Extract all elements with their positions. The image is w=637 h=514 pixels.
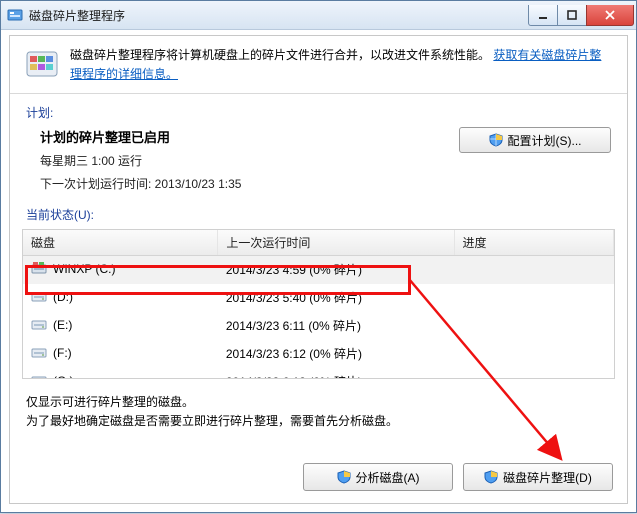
cell-disk: (F:) <box>23 340 218 368</box>
footer-note: 仅显示可进行碎片整理的磁盘。 为了最好地确定磁盘是否需要立即进行碎片整理，需要首… <box>10 379 627 431</box>
cell-disk: (G:) <box>23 368 218 380</box>
defrag-label: 磁盘碎片整理(D) <box>503 469 592 486</box>
titlebar[interactable]: 磁盘碎片整理程序 <box>1 1 636 30</box>
next-run-value: 2013/10/23 1:35 <box>155 177 242 191</box>
cell-progress <box>454 256 613 284</box>
schedule-section-label: 计划: <box>26 104 611 121</box>
defrag-icon <box>24 46 60 82</box>
app-icon <box>7 7 23 23</box>
schedule-recurrence: 每星期三 1:00 运行 <box>40 152 459 169</box>
window-title: 磁盘碎片整理程序 <box>29 7 529 24</box>
drive-icon <box>31 372 47 379</box>
drive-icon <box>31 288 47 307</box>
schedule-status-title: 计划的碎片整理已启用 <box>40 130 170 145</box>
col-disk[interactable]: 磁盘 <box>23 230 218 256</box>
table-row[interactable]: WINXP (C:)2014/3/23 4:59 (0% 碎片) <box>23 256 614 284</box>
status-section: 当前状态(U): <box>10 192 627 223</box>
disk-table: 磁盘 上一次运行时间 进度 WINXP (C:)2014/3/23 4:59 (… <box>23 230 614 379</box>
drive-icon <box>31 344 47 363</box>
drive-icon <box>31 316 47 335</box>
status-section-label: 当前状态(U): <box>26 206 611 223</box>
info-banner: 磁盘碎片整理程序将计算机硬盘上的碎片文件进行合并，以改进文件系统性能。 获取有关… <box>10 36 627 94</box>
col-progress[interactable]: 进度 <box>454 230 613 256</box>
cell-last-run: 2014/3/23 4:59 (0% 碎片) <box>218 256 454 284</box>
col-last-run[interactable]: 上一次运行时间 <box>218 230 454 256</box>
cell-last-run: 2014/3/23 6:13 (0% 碎片) <box>218 368 454 380</box>
cell-progress <box>454 312 613 340</box>
cell-progress <box>454 368 613 380</box>
shield-icon <box>489 133 503 147</box>
shield-icon <box>337 470 351 484</box>
cell-last-run: 2014/3/23 6:12 (0% 碎片) <box>218 340 454 368</box>
table-row[interactable]: (E:)2014/3/23 6:11 (0% 碎片) <box>23 312 614 340</box>
configure-schedule-label: 配置计划(S)... <box>508 132 582 149</box>
cell-disk: WINXP (C:) <box>23 256 218 284</box>
configure-schedule-button[interactable]: 配置计划(S)... <box>459 127 611 153</box>
defrag-button[interactable]: 磁盘碎片整理(D) <box>463 463 613 491</box>
window-frame: 磁盘碎片整理程序 磁盘碎片整理程序将计算机硬盘上的碎片文件进行合 <box>0 0 637 513</box>
banner-description: 磁盘碎片整理程序将计算机硬盘上的碎片文件进行合并，以改进文件系统性能。 <box>70 48 490 62</box>
cell-disk: (D:) <box>23 284 218 312</box>
note-line1: 仅显示可进行碎片整理的磁盘。 <box>26 393 611 412</box>
minimize-button[interactable] <box>528 5 558 26</box>
next-run-label: 下一次计划运行时间: <box>40 177 155 191</box>
window-controls <box>529 5 634 25</box>
table-row[interactable]: (G:)2014/3/23 6:13 (0% 碎片) <box>23 368 614 380</box>
cell-disk: (E:) <box>23 312 218 340</box>
cell-last-run: 2014/3/23 5:40 (0% 碎片) <box>218 284 454 312</box>
client-area: 磁盘碎片整理程序将计算机硬盘上的碎片文件进行合并，以改进文件系统性能。 获取有关… <box>9 35 628 504</box>
disk-list[interactable]: 磁盘 上一次运行时间 进度 WINXP (C:)2014/3/23 4:59 (… <box>22 229 615 379</box>
note-line2: 为了最好地确定磁盘是否需要立即进行碎片整理，需要首先分析磁盘。 <box>26 412 611 431</box>
cell-progress <box>454 340 613 368</box>
close-button[interactable] <box>586 5 634 26</box>
analyze-label: 分析磁盘(A) <box>356 469 420 486</box>
drive-icon <box>31 260 47 279</box>
analyze-button[interactable]: 分析磁盘(A) <box>303 463 453 491</box>
banner-text: 磁盘碎片整理程序将计算机硬盘上的碎片文件进行合并，以改进文件系统性能。 获取有关… <box>70 46 613 83</box>
maximize-button[interactable] <box>557 5 587 26</box>
schedule-section: 计划: 计划的碎片整理已启用 每星期三 1:00 运行 下一次计划运行时间: 2… <box>10 94 627 192</box>
shield-icon <box>484 470 498 484</box>
table-header-row: 磁盘 上一次运行时间 进度 <box>23 230 614 256</box>
action-buttons: 分析磁盘(A) 磁盘碎片整理(D) <box>303 463 613 491</box>
table-row[interactable]: (F:)2014/3/23 6:12 (0% 碎片) <box>23 340 614 368</box>
cell-progress <box>454 284 613 312</box>
cell-last-run: 2014/3/23 6:11 (0% 碎片) <box>218 312 454 340</box>
table-row[interactable]: (D:)2014/3/23 5:40 (0% 碎片) <box>23 284 614 312</box>
